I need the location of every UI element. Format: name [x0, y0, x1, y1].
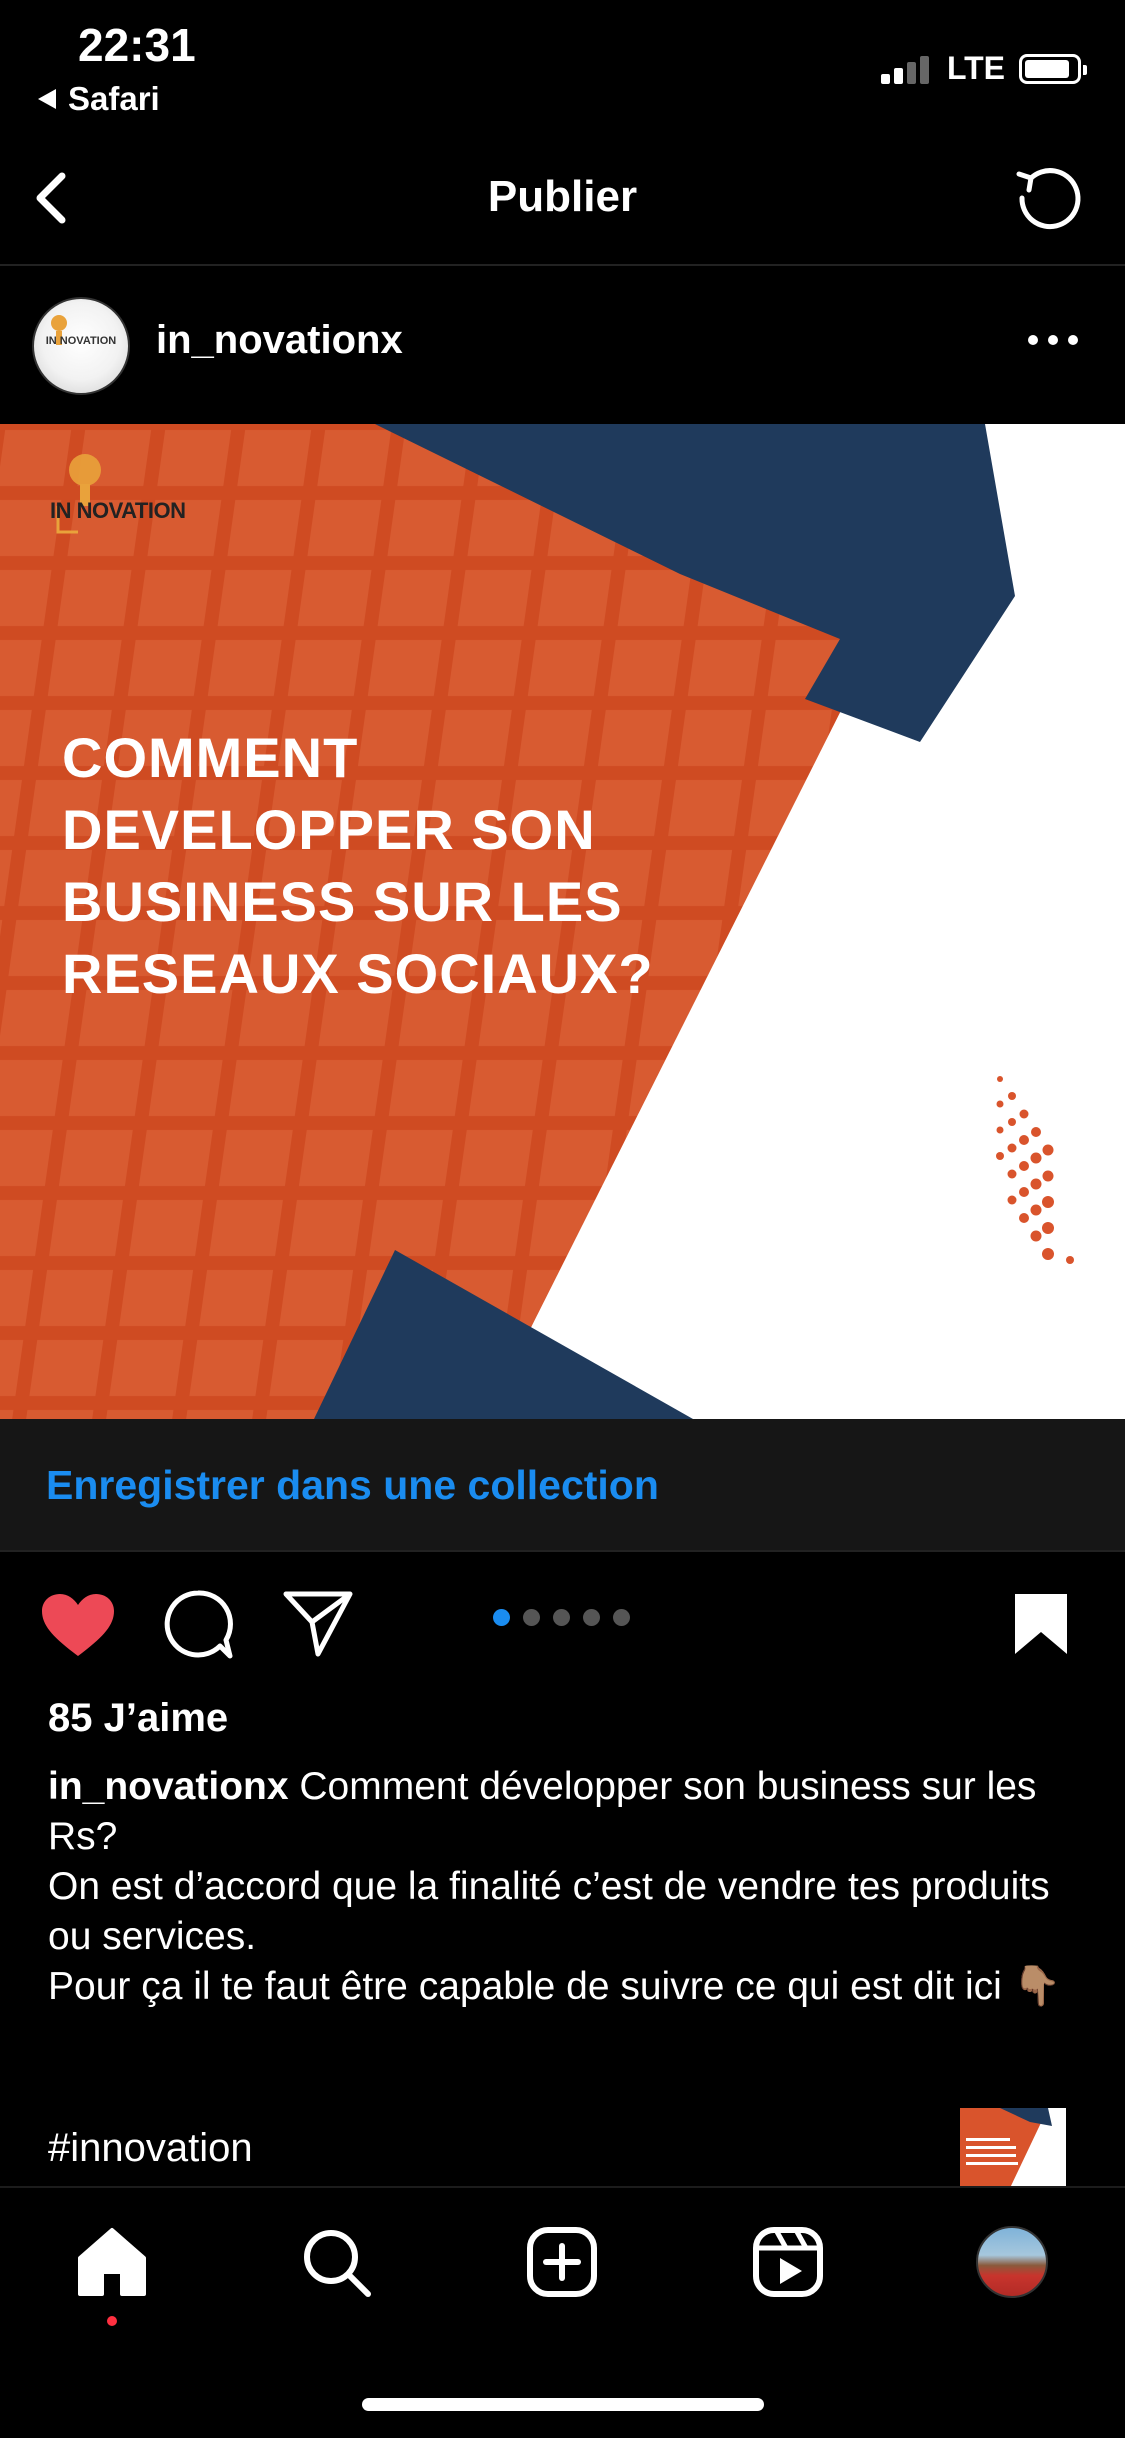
- carousel-dot: [553, 1609, 570, 1626]
- reels-icon[interactable]: [750, 2224, 826, 2300]
- back-triangle-icon: [38, 89, 56, 109]
- image-logo-text: IN NOVATION: [50, 498, 186, 523]
- post-author-avatar[interactable]: IN NOVATION: [32, 297, 130, 395]
- back-to-safari-button[interactable]: Safari: [36, 80, 160, 118]
- carousel-dot: [583, 1609, 600, 1626]
- create-icon[interactable]: [524, 2224, 600, 2300]
- home-icon[interactable]: [74, 2224, 150, 2300]
- post-image[interactable]: IN NOVATION COMMENT DEVELOPPER SON BUSIN…: [0, 424, 1125, 1419]
- home-notification-dot: [107, 2316, 117, 2326]
- caption-username[interactable]: in_novationx: [48, 1765, 289, 1808]
- post-caption: in_novationx Comment développer son busi…: [48, 1762, 1078, 2012]
- status-indicators: LTE: [880, 50, 1087, 87]
- headline-line: BUSINESS SUR LES: [62, 870, 623, 933]
- home-indicator: [362, 2398, 764, 2411]
- profile-avatar[interactable]: [976, 2226, 1048, 2298]
- signal-icon: [880, 54, 933, 84]
- more-options-icon[interactable]: [1023, 330, 1083, 350]
- image-headline: COMMENT DEVELOPPER SON BUSINESS SUR LES …: [62, 722, 654, 1010]
- save-to-collection-link[interactable]: Enregistrer dans une collection: [46, 1462, 659, 1509]
- hashtag-link[interactable]: #innovation: [48, 2126, 253, 2171]
- headline-line: DEVELOPPER SON: [62, 798, 596, 861]
- like-count[interactable]: 85 J’aime: [48, 1696, 228, 1741]
- carousel-dot: [493, 1609, 510, 1626]
- comment-icon[interactable]: [162, 1588, 234, 1660]
- caption-line: Pour ça il te faut être capable de suivr…: [48, 1965, 1062, 2008]
- avatar-logo-text: IN NOVATION: [45, 335, 117, 347]
- post-username[interactable]: in_novationx: [156, 318, 403, 363]
- bookmark-icon[interactable]: [1013, 1592, 1069, 1656]
- carousel-indicator: [493, 1609, 630, 1626]
- share-icon[interactable]: [282, 1588, 354, 1658]
- banner-divider: [0, 1550, 1125, 1552]
- headline-line: RESEAUX SOCIAUX?: [62, 942, 654, 1005]
- refresh-icon[interactable]: [1011, 160, 1085, 234]
- headline-line: COMMENT: [62, 726, 359, 789]
- post-thumbnail[interactable]: [960, 2108, 1066, 2188]
- carousel-dot: [613, 1609, 630, 1626]
- back-app-label: Safari: [68, 80, 160, 117]
- battery-icon: [1019, 53, 1087, 84]
- heart-icon[interactable]: [40, 1592, 116, 1658]
- page-title: Publier: [487, 172, 638, 221]
- network-label: LTE: [946, 50, 1005, 86]
- carousel-dot: [523, 1609, 540, 1626]
- status-time: 22:31: [78, 19, 196, 71]
- search-icon[interactable]: [298, 2224, 374, 2300]
- header-divider: [0, 264, 1125, 266]
- thumbnail-graphic: [960, 2108, 1066, 2188]
- caption-line: On est d’accord que la finalité c’est de…: [48, 1865, 1050, 1958]
